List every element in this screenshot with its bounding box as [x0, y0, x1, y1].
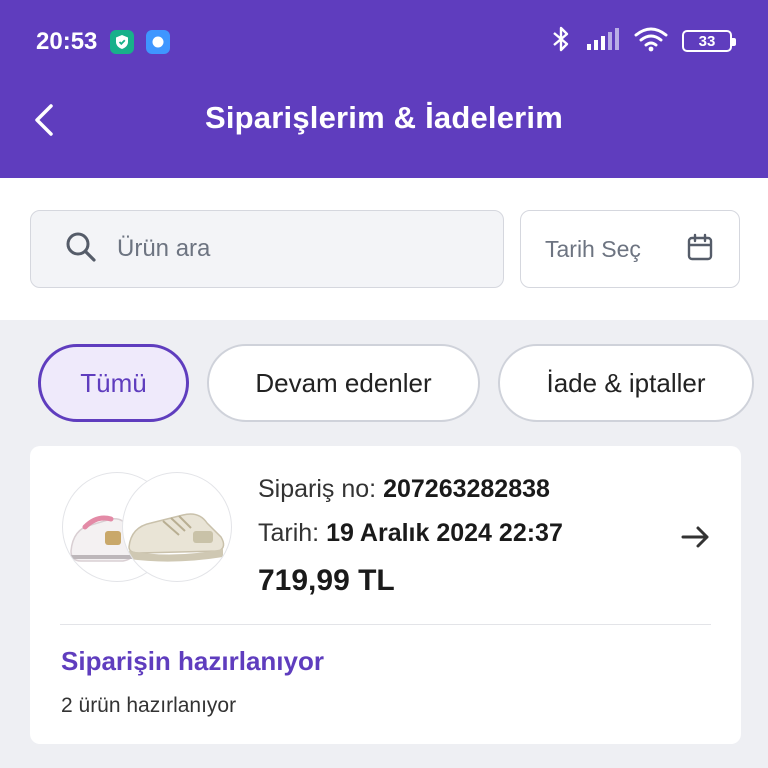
- order-date: 19 Aralık 2024 22:37: [326, 519, 563, 547]
- signal-icon: [586, 27, 620, 56]
- filter-chip-returns-cancellations[interactable]: İade & iptaller: [498, 344, 754, 422]
- search-icon: [65, 231, 97, 268]
- battery-icon: 33: [682, 30, 736, 52]
- status-icons: 33: [550, 25, 736, 58]
- order-card[interactable]: Sipariş no: 207263282838 Tarih: 19 Aralı…: [30, 446, 741, 744]
- order-status-detail: 2 ürün hazırlanıyor: [61, 694, 237, 717]
- divider: [60, 624, 711, 625]
- filter-chip-all[interactable]: Tümü: [38, 344, 189, 422]
- search-input[interactable]: [117, 235, 477, 263]
- order-detail-button[interactable]: [679, 520, 713, 554]
- date-picker-button[interactable]: Tarih Seç: [520, 210, 740, 288]
- search-section: Tarih Seç: [0, 178, 768, 320]
- order-date-line: Tarih: 19 Aralık 2024 22:37: [258, 518, 563, 562]
- order-number-label: Sipariş no:: [258, 475, 377, 503]
- status-time: 20:53: [36, 28, 98, 55]
- order-status: Siparişin hazırlanıyor: [61, 646, 324, 676]
- order-total-price: 719,99 TL: [258, 564, 395, 597]
- order-number-line: Sipariş no: 207263282838: [258, 474, 563, 518]
- order-info: Sipariş no: 207263282838 Tarih: 19 Aralı…: [258, 474, 563, 598]
- order-date-label: Tarih:: [258, 519, 320, 547]
- date-picker-label: Tarih Seç: [545, 235, 641, 262]
- order-number: 207263282838: [383, 475, 550, 503]
- product-thumbnail: [122, 472, 232, 582]
- filter-chip-ongoing[interactable]: Devam edenler: [207, 344, 480, 422]
- page-title: Siparişlerim & İadelerim: [204, 100, 563, 135]
- app-header: 20:53 33 Siparişlerim & İadelerim: [0, 0, 768, 178]
- status-bar: 20:53 33: [0, 0, 768, 84]
- bluetooth-icon: [550, 25, 572, 58]
- chat-app-icon: [146, 30, 170, 54]
- arrow-right-icon: [679, 526, 713, 558]
- wifi-icon: [634, 26, 668, 57]
- shield-app-icon: [110, 30, 134, 54]
- search-box[interactable]: [30, 210, 504, 288]
- calendar-icon: [687, 233, 713, 266]
- filter-tabs: Tümü Devam edenler İade & iptaller: [38, 344, 754, 422]
